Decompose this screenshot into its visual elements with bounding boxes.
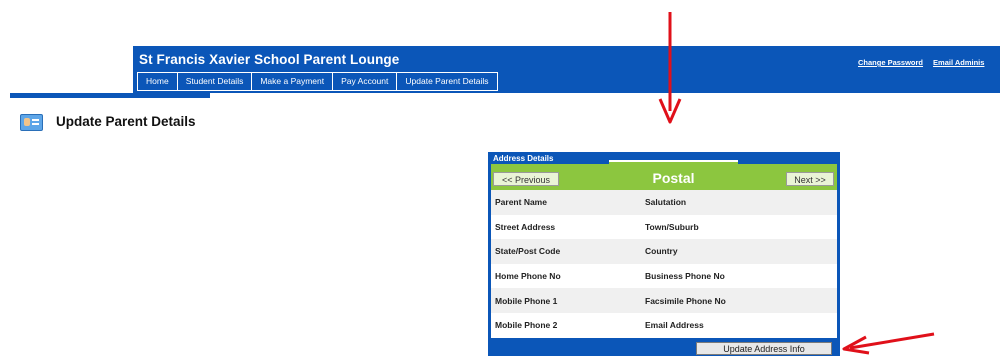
form-row: Home Phone No Business Phone No: [491, 263, 837, 289]
header-bottom-spacer: [210, 93, 1000, 105]
field-label: Mobile Phone 1: [495, 295, 558, 306]
update-address-info-button[interactable]: Update Address Info: [696, 342, 832, 355]
field-label: State/Post Code: [495, 246, 561, 257]
field-label: Street Address: [495, 221, 556, 232]
id-card-line: [32, 119, 39, 121]
nav-item-student-details[interactable]: Student Details: [178, 73, 253, 90]
next-button[interactable]: Next >>: [786, 172, 834, 186]
field-label: Country: [645, 246, 678, 257]
nav-item-update-parent-details[interactable]: Update Parent Details: [397, 73, 496, 90]
left-arrow-icon: [842, 332, 935, 355]
top-links: Change Password Email Adminis: [858, 58, 984, 67]
header-left-spacer: [10, 46, 133, 93]
field-label: Home Phone No: [495, 271, 561, 282]
form-row: Mobile Phone 2 Email Address: [491, 312, 837, 338]
field-label: Salutation: [645, 197, 687, 208]
change-password-link[interactable]: Change Password: [858, 58, 923, 67]
previous-button[interactable]: << Previous: [493, 172, 559, 186]
field-label: Mobile Phone 2: [495, 320, 558, 331]
nav-item-pay-account[interactable]: Pay Account: [333, 73, 398, 90]
nav-item-home[interactable]: Home: [138, 73, 178, 90]
form-row: Mobile Phone 1 Facsimile Phone No: [491, 288, 837, 313]
field-label: Town/Suburb: [645, 221, 699, 232]
address-type-tab: Postal: [609, 160, 738, 193]
id-card-icon: [20, 114, 43, 131]
nav-item-make-a-payment[interactable]: Make a Payment: [252, 73, 334, 90]
address-form: Parent Name Salutation Street Address To…: [491, 190, 837, 338]
form-row: State/Post Code Country: [491, 239, 837, 264]
id-card-face: [24, 118, 30, 126]
page-title: Update Parent Details: [56, 114, 196, 129]
id-card-line: [32, 123, 39, 125]
field-label: Facsimile Phone No: [645, 295, 726, 306]
field-label: Parent Name: [495, 197, 547, 208]
field-label: Business Phone No: [645, 271, 725, 282]
form-row: Street Address Town/Suburb: [491, 214, 837, 240]
email-admin-link[interactable]: Email Adminis: [933, 58, 984, 67]
form-row: Parent Name Salutation: [491, 190, 837, 215]
field-label: Email Address: [645, 320, 704, 331]
main-nav: Home Student Details Make a Payment Pay …: [137, 72, 498, 91]
app-title: St Francis Xavier School Parent Lounge: [139, 52, 400, 67]
panel-heading: Address Details: [493, 154, 554, 163]
